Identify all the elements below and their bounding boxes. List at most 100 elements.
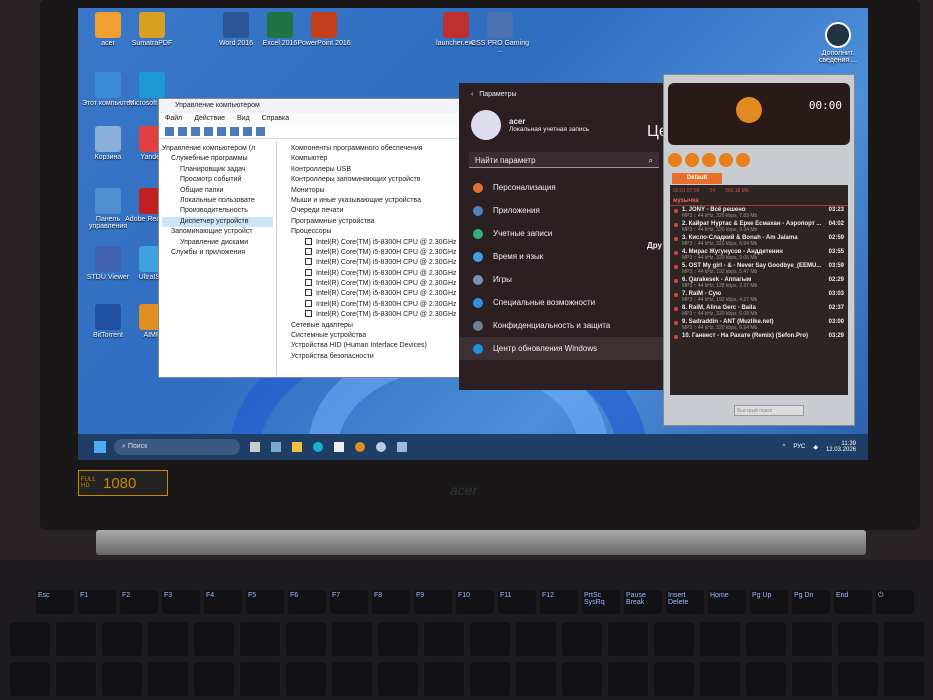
tree-item[interactable]: Просмотр событий: [162, 175, 273, 185]
key[interactable]: [838, 622, 878, 656]
key[interactable]: [838, 662, 878, 696]
key[interactable]: [102, 662, 142, 696]
tree-item[interactable]: Диспетчер устройств: [162, 216, 273, 228]
desktop-icon[interactable]: PowerPoint 2016: [294, 12, 354, 47]
cpu-item[interactable]: Intel(R) Core(TM) i5-8300H CPU @ 2.30GHz: [291, 258, 456, 268]
key[interactable]: [102, 622, 142, 656]
key[interactable]: ⏻: [876, 590, 914, 614]
key[interactable]: [10, 662, 50, 696]
playlist-track[interactable]: 1. JONY - Всё решено 03:23 MP3 :: 44 kHz, …: [670, 206, 848, 220]
quick-search-input[interactable]: Быстрый поиск: [734, 405, 804, 416]
key[interactable]: [240, 662, 280, 696]
folder-icon[interactable]: [191, 127, 200, 136]
playlist-track[interactable]: 9. Sadraddin - ANT (Muzlike.net) 03:00 MP3…: [670, 318, 848, 332]
tree-item[interactable]: Управление компьютером (л: [162, 144, 273, 154]
key[interactable]: [746, 662, 786, 696]
language-indicator[interactable]: РУС: [793, 444, 805, 450]
settings-nav-item[interactable]: Центр обновления Windows: [459, 337, 669, 360]
key[interactable]: [470, 622, 510, 656]
key[interactable]: F1: [78, 590, 116, 614]
widgets-icon[interactable]: [271, 442, 281, 452]
key[interactable]: F7: [330, 590, 368, 614]
settings-nav-item[interactable]: Приложения: [459, 199, 669, 222]
key[interactable]: [608, 622, 648, 656]
key[interactable]: [562, 622, 602, 656]
key[interactable]: [56, 662, 96, 696]
device-category[interactable]: Процессоры: [291, 227, 456, 237]
device-category[interactable]: Компьютер: [291, 154, 456, 164]
menu-help[interactable]: Справка: [262, 115, 289, 123]
tree-item[interactable]: Производительность: [162, 206, 273, 216]
key[interactable]: [746, 622, 786, 656]
forward-icon[interactable]: [178, 127, 187, 136]
playlist-track[interactable]: 2. Кайрат Нуртас & Ерке Есмахан - Аэропо…: [670, 220, 848, 234]
back-icon[interactable]: [165, 127, 174, 136]
settings-nav-item[interactable]: Конфиденциальность и защита: [459, 314, 669, 337]
key[interactable]: [194, 622, 234, 656]
key[interactable]: Insert Delete: [666, 590, 704, 614]
play-button[interactable]: [668, 153, 682, 167]
tree-item[interactable]: Служебные программы: [162, 154, 273, 164]
device-category[interactable]: Программные устройства: [291, 217, 456, 227]
key[interactable]: [700, 622, 740, 656]
key[interactable]: Home: [708, 590, 746, 614]
key[interactable]: [700, 662, 740, 696]
key[interactable]: [516, 622, 556, 656]
start-icon[interactable]: [94, 441, 106, 453]
settings-nav-item[interactable]: Учетные записи: [459, 222, 669, 245]
device-category[interactable]: Мыши и иные указывающие устройства: [291, 196, 456, 206]
key[interactable]: [654, 622, 694, 656]
explorer-icon[interactable]: [292, 442, 302, 452]
cpu-item[interactable]: Intel(R) Core(TM) i5-8300H CPU @ 2.30GHz: [291, 310, 456, 320]
cpu-item[interactable]: Intel(R) Core(TM) i5-8300H CPU @ 2.30GHz: [291, 268, 456, 279]
device-category[interactable]: Мониторы: [291, 186, 456, 196]
key[interactable]: [240, 622, 280, 656]
key[interactable]: [286, 662, 326, 696]
settings-nav-item[interactable]: Время и язык: [459, 245, 669, 268]
settings-nav-item[interactable]: Специальные возможности: [459, 291, 669, 314]
key[interactable]: F3: [162, 590, 200, 614]
device-category[interactable]: Очереди печати: [291, 206, 456, 216]
key[interactable]: Pg Up: [750, 590, 788, 614]
settings-gear-icon[interactable]: [376, 442, 386, 452]
playlist-track[interactable]: 5. OST My girl - & - Never Say Goodbye_(…: [670, 262, 848, 276]
key[interactable]: [148, 622, 188, 656]
back-icon[interactable]: ‹: [471, 91, 473, 98]
key[interactable]: [470, 662, 510, 696]
chevron-up-icon[interactable]: ^: [783, 444, 786, 450]
pause-button[interactable]: [685, 153, 699, 167]
clock[interactable]: 11:39 12.03.2026: [826, 441, 856, 453]
key[interactable]: F6: [288, 590, 326, 614]
menu-view[interactable]: Вид: [237, 115, 250, 123]
stop-button[interactable]: [702, 153, 716, 167]
desktop-icon[interactable]: CSS PRO Gaming ...: [470, 12, 530, 54]
wifi-icon[interactable]: ◆: [813, 444, 818, 451]
cpu-item[interactable]: Intel(R) Core(TM) i5-8300H CPU @ 2.30GHz: [291, 299, 456, 310]
tree-item[interactable]: Локальные пользовате: [162, 196, 273, 206]
key[interactable]: F2: [120, 590, 158, 614]
menu-file[interactable]: Файл: [165, 115, 182, 123]
next-button[interactable]: [736, 153, 750, 167]
key[interactable]: F5: [246, 590, 284, 614]
taskbar-search[interactable]: ⌕ Поиск: [114, 439, 240, 455]
key[interactable]: End: [834, 590, 872, 614]
key[interactable]: [424, 622, 464, 656]
properties-icon[interactable]: [204, 127, 213, 136]
monitor-icon[interactable]: [256, 127, 265, 136]
key[interactable]: F11: [498, 590, 536, 614]
computer-management-icon[interactable]: [397, 442, 407, 452]
view-icon[interactable]: [230, 127, 239, 136]
key[interactable]: [332, 662, 372, 696]
key[interactable]: F10: [456, 590, 494, 614]
device-category[interactable]: Контроллеры USB: [291, 165, 456, 175]
playlist-track[interactable]: 8. RaiM, Alina Gerc - Baila 02:37 MP3 :: 4…: [670, 304, 848, 318]
key[interactable]: [792, 622, 832, 656]
device-category[interactable]: Устройства безопасности: [291, 352, 456, 362]
aimp-taskbar-icon[interactable]: [355, 442, 365, 452]
key[interactable]: F8: [372, 590, 410, 614]
key[interactable]: [884, 662, 924, 696]
key[interactable]: [194, 662, 234, 696]
key[interactable]: [378, 622, 418, 656]
settings-search-input[interactable]: Найти параметр ⌕: [469, 152, 659, 168]
tree-item[interactable]: Планировщик задач: [162, 165, 273, 175]
